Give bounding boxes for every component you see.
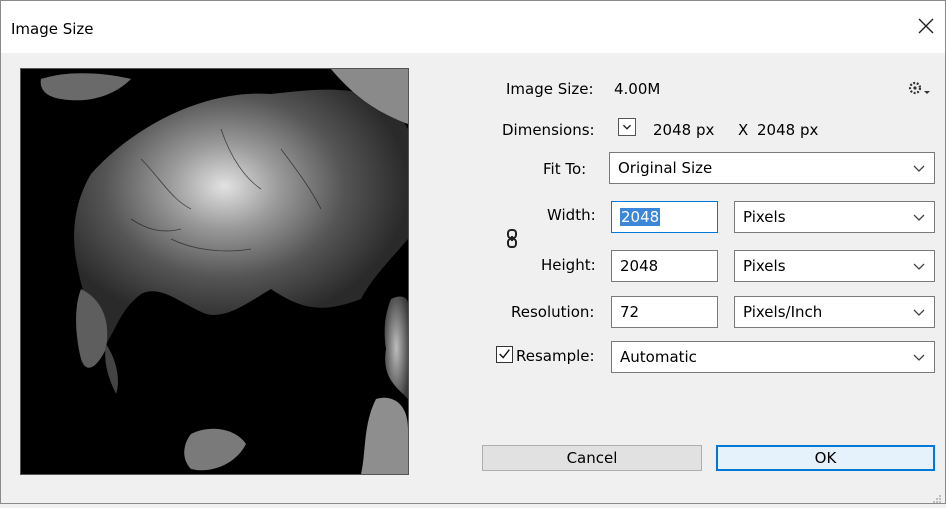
close-icon[interactable] [913, 13, 939, 39]
chevron-down-icon [913, 263, 925, 270]
fit-to-label: Fit To: [543, 160, 587, 178]
chevron-down-icon [913, 214, 925, 221]
dimensions-label: Dimensions: [502, 121, 595, 139]
chevron-down-icon [913, 354, 925, 361]
fit-to-select[interactable]: Original Size [609, 152, 935, 184]
ok-button[interactable]: OK [716, 445, 935, 471]
image-size-value: 4.00M [614, 80, 661, 98]
resize-grip-icon[interactable] [932, 490, 942, 503]
resolution-unit-value: Pixels/Inch [743, 303, 823, 321]
width-input[interactable]: 2048 [611, 201, 718, 233]
height-value: 2048 [620, 257, 659, 275]
width-unit-select[interactable]: Pixels [734, 201, 935, 233]
resample-value: Automatic [620, 348, 697, 366]
resolution-label: Resolution: [511, 303, 595, 321]
height-unit-select[interactable]: Pixels [734, 250, 935, 282]
width-value: 2048 [620, 208, 661, 226]
resample-checkbox[interactable] [496, 346, 513, 363]
link-chain-icon[interactable] [505, 227, 519, 251]
cancel-button[interactable]: Cancel [482, 445, 702, 471]
gear-icon[interactable] [906, 79, 932, 97]
dimension-height-value: 2048 px [757, 121, 819, 139]
resample-label: Resample: [516, 347, 595, 365]
width-label: Width: [547, 206, 596, 224]
resample-select[interactable]: Automatic [611, 341, 935, 373]
height-input[interactable]: 2048 [611, 250, 718, 282]
height-label: Height: [541, 256, 596, 274]
checkmark-icon [499, 349, 510, 359]
image-preview[interactable] [20, 68, 409, 475]
height-unit-value: Pixels [743, 257, 786, 275]
resolution-input[interactable]: 72 [611, 296, 718, 328]
chevron-down-icon [913, 309, 925, 316]
chevron-down-icon [913, 165, 925, 172]
fit-to-value: Original Size [618, 159, 713, 177]
terrain-preview-image [21, 69, 408, 474]
image-size-label: Image Size: [506, 80, 594, 98]
title-bar: Image Size [1, 1, 945, 53]
image-size-dialog: Image Size Image Size: 4.00M Dimensions:… [0, 0, 946, 504]
dialog-title: Image Size [11, 20, 94, 38]
width-unit-value: Pixels [743, 208, 786, 226]
chevron-down-icon[interactable] [618, 118, 636, 136]
dimension-separator: X [738, 121, 749, 139]
resolution-unit-select[interactable]: Pixels/Inch [734, 296, 935, 328]
resolution-value: 72 [620, 303, 640, 321]
dimension-width-value: 2048 px [653, 121, 715, 139]
